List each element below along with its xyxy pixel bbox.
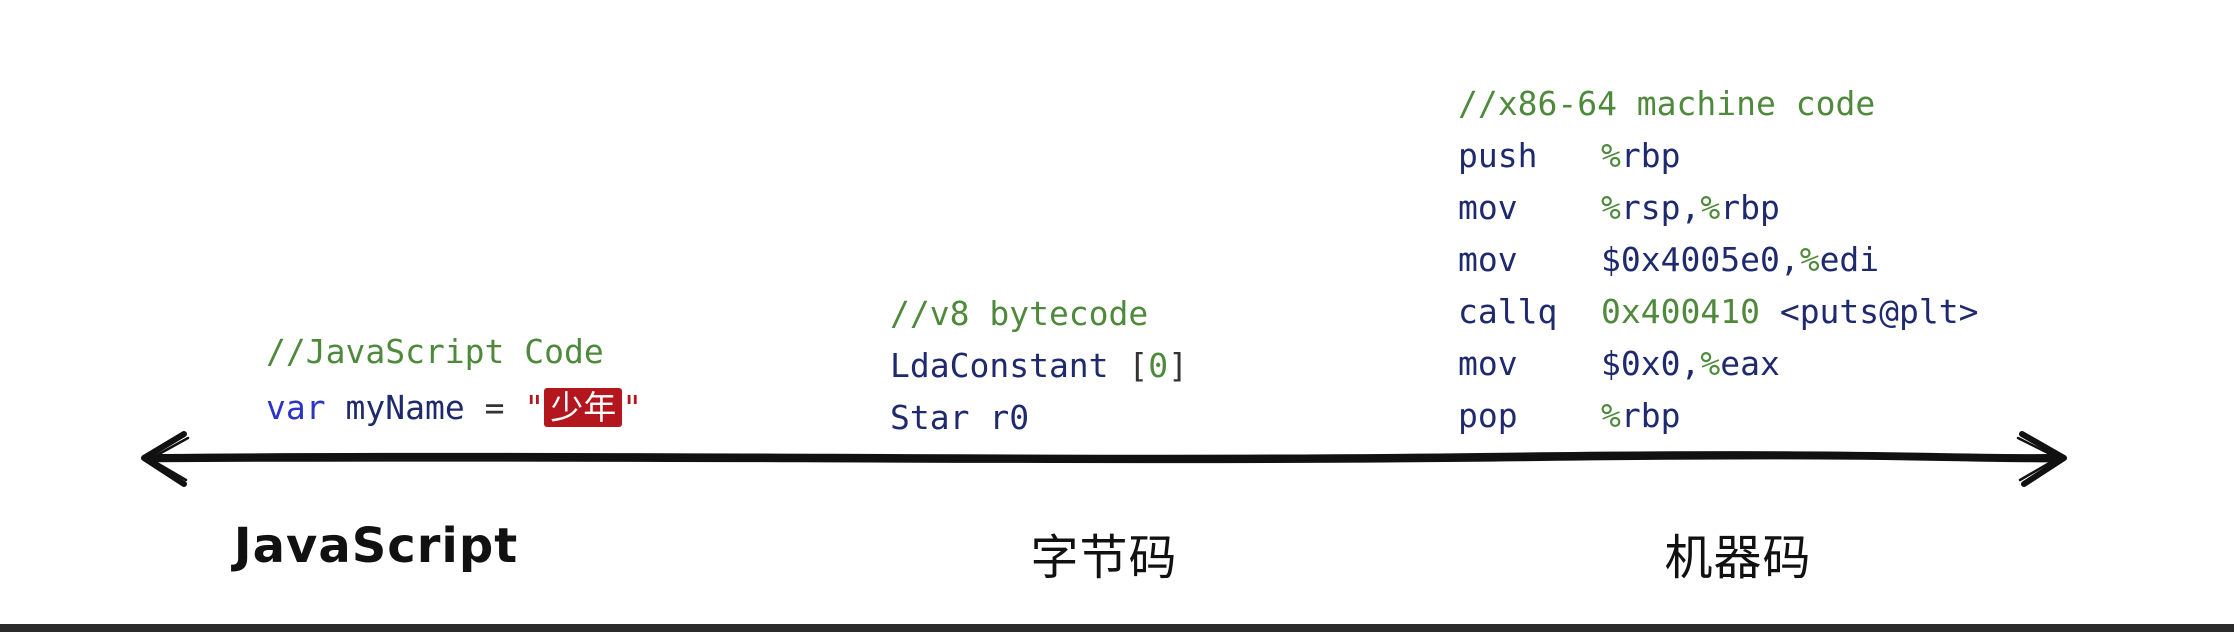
bottom-edge-bar <box>0 624 2234 632</box>
axis-label-machine-code: 机器码 <box>1664 530 1812 586</box>
axis-label-bytecode: 字节码 <box>1030 530 1178 586</box>
axis-label-javascript: JavaScript <box>233 518 519 574</box>
